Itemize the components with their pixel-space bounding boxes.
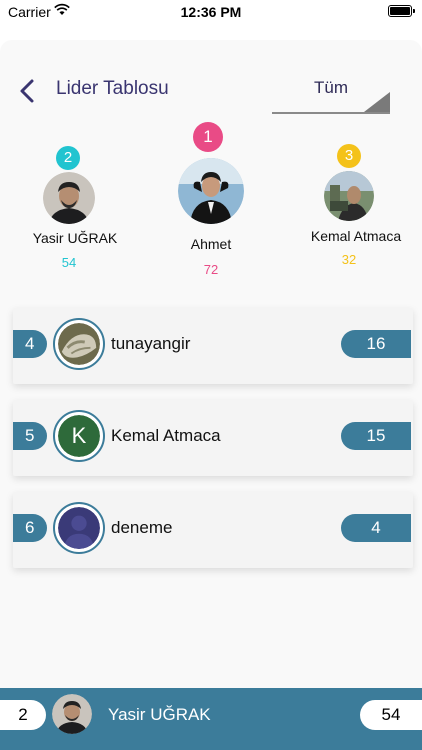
rank-badge-first: 1: [193, 122, 223, 152]
podium-score-third: 32: [341, 252, 357, 267]
current-user-bar: 2 Yasir UĞRAK 54: [0, 688, 422, 750]
user-photo: [178, 158, 244, 224]
my-rank: 2: [0, 700, 46, 730]
player-name: deneme: [111, 518, 173, 537]
status-bar: Carrier 12:36 PM: [0, 0, 422, 24]
clock: 12:36 PM: [180, 4, 242, 20]
user-photo: [52, 694, 92, 734]
list-item[interactable]: 4 tunayangir 16: [13, 308, 413, 384]
chevron-left-icon: [20, 79, 34, 103]
avatar: [53, 318, 105, 370]
avatar: [53, 502, 105, 554]
score-pill: 16: [341, 330, 411, 358]
my-score: 54: [360, 700, 422, 730]
player-name: tunayangir: [111, 334, 191, 353]
page-title: Lider Tablosu: [56, 78, 169, 99]
rank-pill: 5: [13, 422, 47, 450]
avatar-third[interactable]: [324, 171, 374, 221]
player-name: Kemal Atmaca: [111, 426, 221, 445]
podium-score-second: 54: [61, 255, 77, 270]
podium-name-first: Ahmet: [190, 236, 232, 252]
score-pill: 15: [341, 422, 411, 450]
my-avatar[interactable]: [52, 694, 92, 734]
dropdown-triangle-icon: [364, 92, 390, 112]
podium-score-first: 72: [203, 262, 219, 277]
list-item[interactable]: 5 K Kemal Atmaca 15: [13, 400, 413, 476]
avatar: K: [53, 410, 105, 462]
rank-pill: 6: [13, 514, 47, 542]
user-photo: [43, 172, 95, 224]
podium-name-third: Kemal Atmaca: [310, 228, 402, 244]
podium-name-second: Yasir UĞRAK: [32, 230, 118, 246]
rank-pill: 4: [13, 330, 47, 358]
avatar-first[interactable]: [178, 158, 244, 224]
list-item[interactable]: 6 deneme 4: [13, 492, 413, 568]
letter-avatar: K: [58, 415, 100, 457]
score-pill: 4: [341, 514, 411, 542]
my-name: Yasir UĞRAK: [108, 705, 211, 724]
user-photo: [58, 323, 100, 365]
user-photo: [324, 171, 374, 221]
avatar-second[interactable]: [43, 172, 95, 224]
battery-icon: [388, 5, 415, 17]
filter-underline: [272, 112, 390, 114]
default-user-icon: [58, 507, 100, 549]
leaderboard-sheet: Lider Tablosu Tüm 2 Yasir UĞRAK 54 1 Ahm…: [0, 40, 422, 688]
back-button[interactable]: [16, 76, 40, 106]
rank-badge-third: 3: [337, 144, 361, 168]
rank-badge-second: 2: [56, 146, 80, 170]
filter-dropdown[interactable]: Tüm: [272, 76, 390, 114]
